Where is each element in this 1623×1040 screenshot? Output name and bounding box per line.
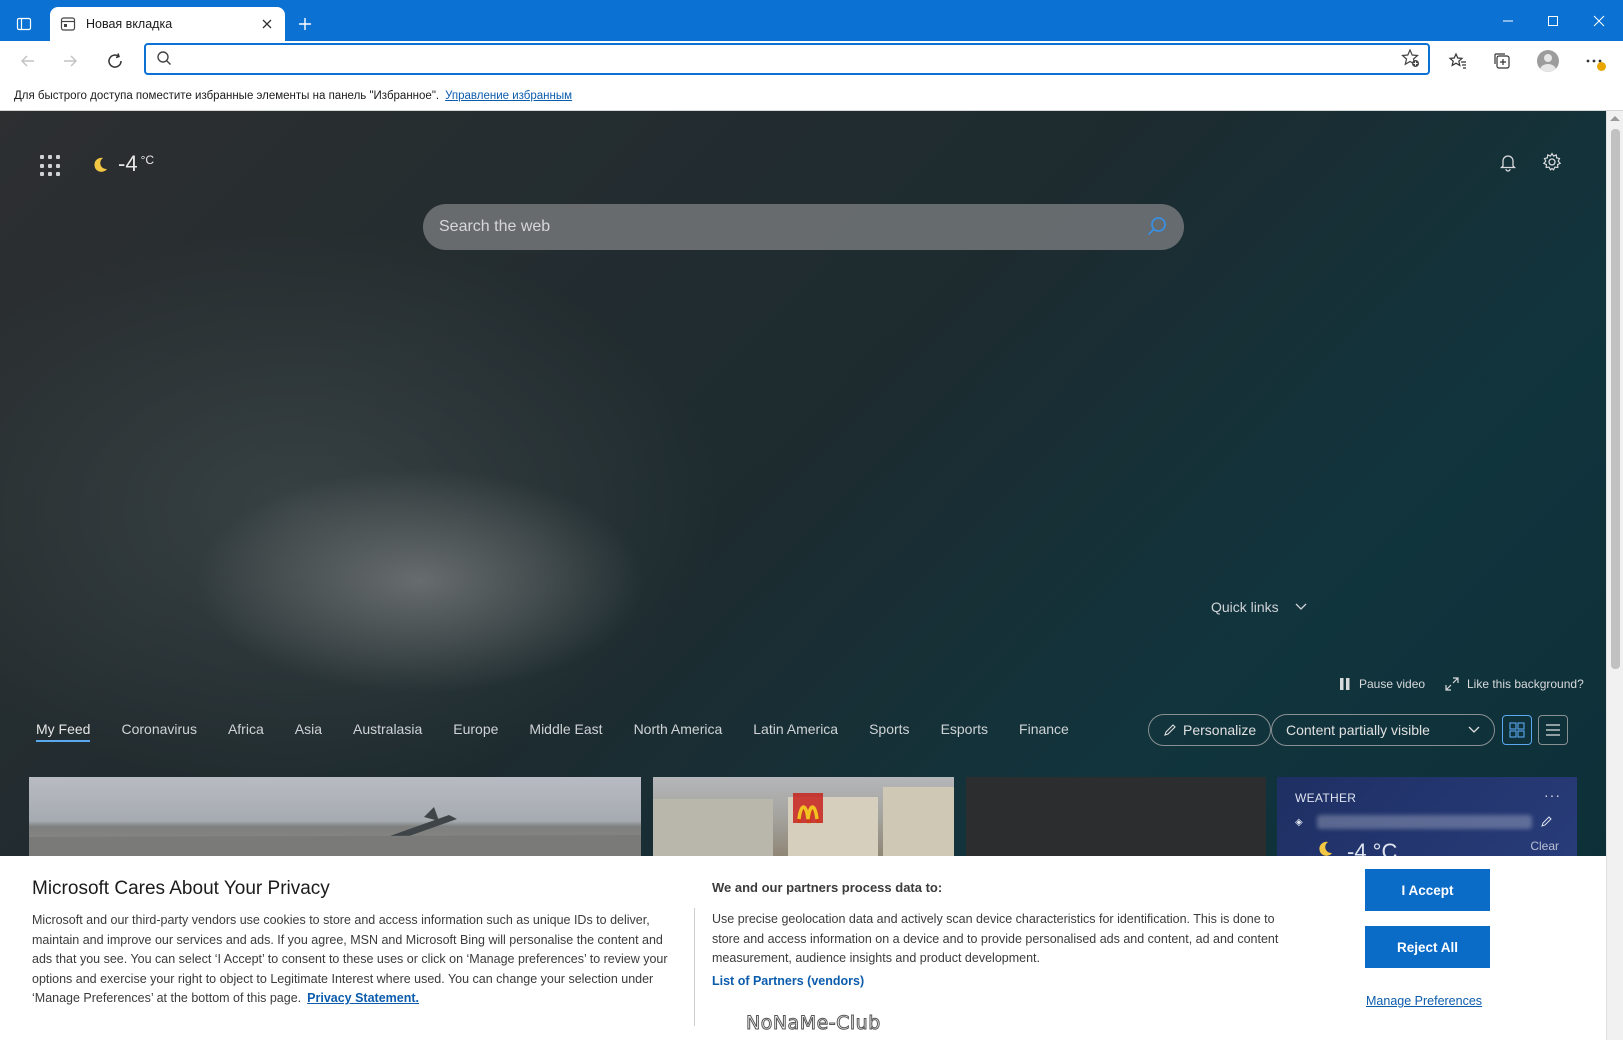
weather-unit: °C (140, 153, 155, 167)
tab-actions-icon[interactable] (12, 12, 36, 36)
like-background-button[interactable]: Like this background? (1445, 677, 1584, 691)
refresh-button[interactable] (101, 47, 129, 75)
weather-more-icon[interactable]: ··· (1544, 787, 1561, 803)
pause-icon (1340, 678, 1350, 690)
browser-tab-active[interactable]: Новая вкладка (50, 7, 285, 41)
feed-tab-europe[interactable]: Europe (453, 721, 498, 737)
feed-tab-esports[interactable]: Esports (941, 721, 988, 737)
like-background-label: Like this background? (1467, 677, 1584, 691)
web-search-input[interactable] (439, 218, 1146, 236)
moon-icon (1315, 839, 1335, 857)
privacy-body: Microsoft and our third-party vendors us… (32, 911, 677, 1009)
address-input[interactable] (172, 51, 1400, 67)
weather-card-condition: Clear (1530, 839, 1559, 853)
privacy-process-body: Use precise geolocation data and activel… (712, 912, 1279, 965)
web-search-box[interactable] (423, 204, 1184, 250)
personalize-label: Personalize (1183, 722, 1257, 738)
new-tab-page: -4 °C Quick links Pause video Like this … (0, 111, 1606, 1040)
tab-title: Новая вкладка (86, 17, 173, 31)
settings-more-icon[interactable] (1580, 47, 1608, 75)
new-tab-button[interactable] (294, 13, 316, 35)
news-card-missile[interactable] (29, 777, 641, 857)
expand-icon (1445, 677, 1459, 691)
content-visibility-dropdown[interactable]: Content partially visible (1271, 714, 1495, 746)
weather-card[interactable]: WEATHER ··· ◈ -4 °C Clear (1277, 777, 1577, 857)
feed-tab-latin-america[interactable]: Latin America (753, 721, 838, 737)
feed-tab-coronavirus[interactable]: Coronavirus (121, 721, 196, 737)
list-icon (1546, 724, 1560, 736)
app-launcher-icon[interactable] (40, 155, 62, 177)
privacy-statement-link[interactable]: Privacy Statement. (307, 991, 419, 1005)
page-settings-gear-icon[interactable] (1541, 151, 1563, 173)
feed-tabs: My Feed Coronavirus Africa Asia Australasia E… (36, 711, 1100, 747)
favorites-icon[interactable] (1444, 47, 1472, 75)
chevron-down-icon (1468, 726, 1480, 733)
weather-temperature: -4 (118, 151, 138, 176)
update-badge (1597, 62, 1606, 71)
avatar (1537, 50, 1559, 72)
privacy-divider (694, 908, 695, 1026)
chevron-down-icon (1295, 603, 1307, 611)
partners-list-link[interactable]: List of Partners (vendors) (712, 974, 864, 988)
grid-icon (1509, 722, 1525, 738)
personalize-button[interactable]: Personalize (1148, 714, 1272, 746)
address-bar[interactable] (144, 43, 1430, 75)
manage-preferences-link[interactable]: Manage Preferences (1366, 994, 1482, 1008)
feed-tab-north-america[interactable]: North America (634, 721, 723, 737)
add-favorite-icon[interactable] (1400, 48, 1420, 71)
feed-tab-africa[interactable]: Africa (228, 721, 264, 737)
browser-toolbar (0, 41, 1623, 81)
feed-tab-asia[interactable]: Asia (295, 721, 322, 737)
quick-links-label: Quick links (1211, 599, 1279, 615)
search-submit-icon[interactable] (1146, 215, 1168, 240)
pause-video-label: Pause video (1359, 677, 1426, 691)
content-visibility-value: Content partially visible (1286, 722, 1430, 738)
title-bar: Новая вкладка (0, 0, 1623, 41)
list-view-button[interactable] (1538, 715, 1568, 745)
collections-icon[interactable] (1488, 47, 1516, 75)
location-pin-icon: ◈ (1295, 817, 1303, 828)
scrollbar-thumb[interactable] (1611, 129, 1620, 669)
weather-card-heading: WEATHER (1295, 791, 1357, 805)
profile-avatar[interactable] (1534, 47, 1562, 75)
moon-icon (90, 151, 110, 178)
scroll-up-arrow[interactable] (1610, 116, 1620, 121)
minimize-button[interactable] (1488, 8, 1528, 34)
privacy-title: Microsoft Cares About Your Privacy (32, 878, 330, 899)
privacy-consent-banner: Microsoft Cares About Your Privacy Micro… (0, 856, 1606, 1040)
feed-tab-finance[interactable]: Finance (1019, 721, 1069, 737)
feed-tab-australasia[interactable]: Australasia (353, 721, 422, 737)
watermark: NoNaMe-Club (746, 1012, 881, 1035)
close-window-button[interactable] (1579, 8, 1619, 34)
missile-image (29, 807, 641, 857)
mcdonalds-image (653, 787, 954, 857)
tab-close-icon[interactable] (259, 16, 275, 32)
edit-location-icon[interactable] (1541, 815, 1553, 830)
new-tab-page-icon (60, 16, 76, 32)
maximize-button[interactable] (1533, 8, 1573, 34)
grid-view-button[interactable] (1502, 715, 1532, 745)
feed-tab-sports[interactable]: Sports (869, 721, 909, 737)
page-scrollbar[interactable] (1606, 111, 1623, 1040)
notifications-bell-icon[interactable] (1497, 151, 1519, 173)
quick-links-toggle[interactable]: Quick links (1211, 599, 1307, 615)
weather-card-temp: -4 °C (1347, 839, 1398, 857)
accept-button[interactable]: I Accept (1365, 869, 1490, 911)
pencil-icon (1164, 724, 1176, 736)
news-card-mcdonalds[interactable] (653, 777, 954, 857)
back-button[interactable] (14, 47, 42, 75)
manage-favorites-link[interactable]: Управление избранным (445, 90, 572, 102)
news-card-placeholder[interactable] (966, 777, 1266, 857)
weather-widget[interactable]: -4 °C (90, 151, 154, 178)
pause-video-button[interactable]: Pause video (1339, 677, 1425, 691)
feed-tab-my-feed[interactable]: My Feed (36, 721, 91, 742)
reject-all-button[interactable]: Reject All (1365, 926, 1490, 968)
privacy-process-heading: We and our partners process data to: (712, 880, 943, 895)
search-icon (156, 50, 172, 69)
favorites-bar: Для быстрого доступа поместите избранные… (0, 81, 1623, 111)
weather-location-blurred (1317, 815, 1532, 829)
forward-button[interactable] (56, 47, 84, 75)
feed-tab-middle-east[interactable]: Middle East (529, 721, 602, 737)
favorites-hint-text: Для быстрого доступа поместите избранные… (14, 89, 440, 102)
